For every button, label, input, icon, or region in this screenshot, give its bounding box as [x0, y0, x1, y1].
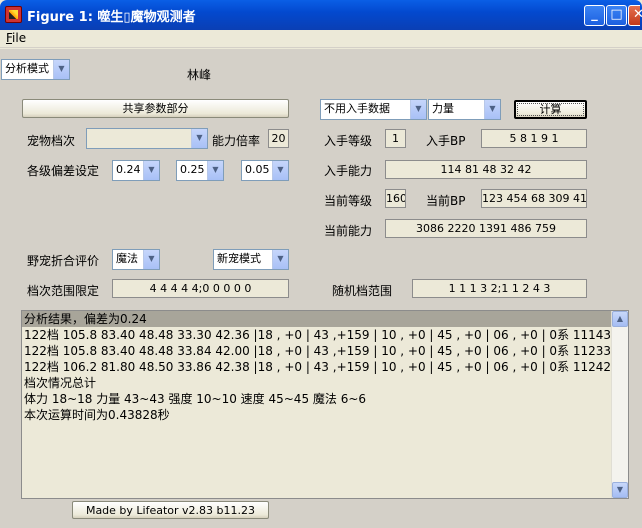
acquire-level-label: 入手等级 [324, 134, 373, 148]
user-name: 林峰 [187, 68, 212, 82]
dropdown-arrow-icon: ▼ [484, 100, 500, 119]
dropdown-arrow-icon: ▼ [272, 161, 288, 180]
calculate-button[interactable]: 计算 [514, 100, 587, 119]
input-data-select[interactable]: 不用入手数据 ▼ [320, 99, 427, 120]
current-ability-field[interactable]: 3086 2220 1391 486 759 [385, 219, 587, 238]
random-range-field[interactable]: 1 1 1 3 2;1 1 2 4 3 [412, 279, 587, 298]
current-ability-label: 当前能力 [324, 224, 373, 238]
pet-mode-select[interactable]: 新宠模式 ▼ [213, 249, 289, 270]
dropdown-arrow-icon: ▼ [410, 100, 426, 119]
current-bp-field[interactable]: 123 454 68 309 41 [481, 189, 587, 208]
power-ratio-label: 能力倍率 [212, 134, 261, 148]
dropdown-arrow-icon: ▼ [191, 129, 207, 148]
scroll-up-icon[interactable]: ▲ [612, 311, 628, 327]
current-level-field[interactable]: 160 [385, 189, 406, 208]
scroll-down-icon[interactable]: ▼ [612, 482, 628, 498]
power-ratio-field[interactable]: 20 [268, 129, 289, 148]
result-lines: 分析结果，偏差为0.24 122档 105.8 83.40 48.48 33.3… [22, 311, 628, 423]
result-listbox[interactable]: 分析结果，偏差为0.24 122档 105.8 83.40 48.48 33.3… [21, 310, 629, 499]
range-limit-field[interactable]: 4 4 4 4 4;0 0 0 0 0 [112, 279, 289, 298]
matlab-figure-icon[interactable] [5, 6, 22, 23]
dropdown-arrow-icon: ▼ [207, 161, 223, 180]
random-range-label: 随机档范围 [332, 284, 393, 298]
wild-eval-label: 野宠折合评价 [27, 254, 100, 268]
acquire-bp-field[interactable]: 5 8 1 9 1 [481, 129, 587, 148]
window-title: Figure 1: 噬生▯魔物观测者 [27, 10, 196, 25]
dropdown-arrow-icon: ▼ [143, 250, 159, 269]
share-params-button[interactable]: 共享参数部分 [22, 99, 289, 118]
maximize-button[interactable]: □ [606, 5, 627, 26]
minimize-button[interactable]: _ [584, 5, 605, 26]
vertical-scrollbar[interactable]: ▲ ▼ [611, 311, 628, 498]
pet-level-select[interactable]: ▼ [86, 128, 208, 149]
result-line[interactable]: 分析结果，偏差为0.24 [22, 311, 611, 327]
result-line[interactable]: 122档 105.8 83.40 48.48 33.84 42.00 |18 ,… [22, 343, 628, 359]
title-bar[interactable]: Figure 1: 噬生▯魔物观测者 _ □ ✕ [0, 0, 642, 30]
wild-eval-select[interactable]: 魔法 ▼ [112, 249, 160, 270]
credits-button[interactable]: Made by Lifeator v2.83 b11.23 [72, 501, 269, 519]
result-line[interactable]: 本次运算时间为0.43828秒 [22, 407, 611, 423]
deviation-select-3[interactable]: 0.05 ▼ [241, 160, 289, 181]
result-line[interactable]: 122档 106.2 81.80 48.50 33.86 42.38 |18 ,… [22, 359, 628, 375]
current-level-label: 当前等级 [324, 194, 373, 208]
dropdown-arrow-icon: ▼ [272, 250, 288, 269]
acquire-bp-label: 入手BP [426, 134, 466, 148]
range-limit-label: 档次范围限定 [27, 284, 100, 298]
mode-select[interactable]: 分析模式 ▼ [1, 59, 70, 80]
pet-level-label: 宠物档次 [27, 134, 76, 148]
current-bp-label: 当前BP [426, 194, 466, 208]
main-panel: 分析模式 ▼ 林峰 共享参数部分 宠物档次 ▼ 能力倍率 20 各级偏差设定 0.… [0, 49, 642, 528]
close-button[interactable]: ✕ [628, 5, 642, 26]
menu-bar: File [0, 30, 642, 48]
attribute-select[interactable]: 力量 ▼ [428, 99, 501, 120]
dropdown-arrow-icon: ▼ [143, 161, 159, 180]
deviation-select-2[interactable]: 0.25 ▼ [176, 160, 224, 181]
result-line[interactable]: 122档 105.8 83.40 48.48 33.30 42.36 |18 ,… [22, 327, 628, 343]
dropdown-arrow-icon: ▼ [53, 60, 69, 79]
result-line[interactable]: 体力 18~18 力量 43~43 强度 10~10 速度 45~45 魔法 6… [22, 391, 611, 407]
acquire-ability-field[interactable]: 114 81 48 32 42 [385, 160, 587, 179]
acquire-ability-label: 入手能力 [324, 164, 373, 178]
result-line[interactable]: 档次情况总计 [22, 375, 611, 391]
menu-file[interactable]: File [6, 31, 26, 45]
acquire-level-field[interactable]: 1 [385, 129, 406, 148]
deviation-label: 各级偏差设定 [27, 164, 100, 178]
deviation-select-1[interactable]: 0.24 ▼ [112, 160, 160, 181]
